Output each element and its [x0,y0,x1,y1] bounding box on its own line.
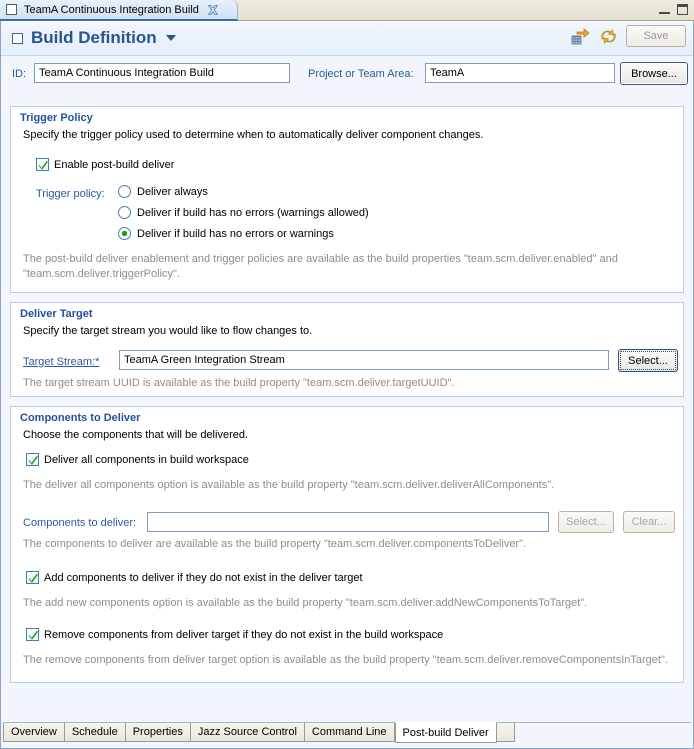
components-to-deliver-hint: The components to deliver are available … [23,538,527,550]
build-definition-header-icon [12,32,23,44]
radio-deliver-no-errors-warnings-allowed-label: Deliver if build has no errors (warnings… [137,206,369,219]
editor-tab-strip: TeamA Continuous Integration Build [0,0,694,21]
target-stream-select-button[interactable]: Select... [618,349,678,372]
remove-components-hint: The remove components from deliver targe… [23,654,668,666]
remove-components-checkbox[interactable] [26,628,39,641]
tab-command-line[interactable]: Command Line [304,723,395,742]
trigger-policy-label: Trigger policy: [36,188,105,200]
form-body: Trigger Policy Specify the trigger polic… [0,91,694,717]
components-select-button[interactable]: Select... [558,511,614,533]
project-area-label: Project or Team Area: [308,68,414,80]
remove-components-checkbox-row[interactable]: Remove components from deliver target if… [26,628,443,641]
section-trigger-policy: Trigger Policy Specify the trigger polic… [10,106,684,293]
bottom-tab-filler [496,723,515,742]
deliver-all-components-label: Deliver all components in build workspac… [44,453,249,466]
enable-post-build-deliver-checkbox-row[interactable]: Enable post-build deliver [36,158,174,171]
radio-deliver-always-row[interactable]: Deliver always [118,185,208,198]
add-components-label: Add components to deliver if they do not… [44,571,363,584]
chevron-down-icon[interactable] [165,35,176,41]
editor-tab-label: TeamA Continuous Integration Build [24,3,199,16]
radio-deliver-always[interactable] [118,185,131,198]
header-actions: Save [570,25,688,47]
bottom-tab-list: Overview Schedule Properties Jazz Source… [3,722,691,749]
target-stream-input[interactable]: TeamA Green Integration Stream [119,350,609,370]
editor-tab-build-definition[interactable]: TeamA Continuous Integration Build [0,0,238,21]
browse-button[interactable]: Browse... [620,62,688,85]
add-components-checkbox[interactable] [26,571,39,584]
remove-components-label: Remove components from deliver target if… [44,628,444,641]
components-to-deliver-input[interactable] [147,512,549,532]
deliver-all-components-hint: The deliver all components option is ava… [23,479,555,491]
minimize-icon[interactable] [659,5,670,14]
request-build-icon[interactable] [570,26,590,46]
save-button[interactable]: Save [626,25,686,47]
radio-deliver-no-errors-or-warnings-row[interactable]: Deliver if build has no errors or warnin… [118,227,334,240]
id-label: ID: [12,68,27,80]
section-title-components-to-deliver: Components to Deliver [20,412,141,424]
trigger-policy-hint-line2: "team.scm.deliver.triggerPolicy". [23,268,180,280]
id-input[interactable]: TeamA Continuous Integration Build [34,63,290,83]
form-header: Build Definition Save [0,21,694,56]
components-to-deliver-label: Components to deliver: [23,517,137,529]
radio-deliver-no-errors-or-warnings-label: Deliver if build has no errors or warnin… [137,227,334,240]
deliver-all-components-checkbox[interactable] [26,453,39,466]
radio-deliver-always-label: Deliver always [137,185,208,198]
add-components-checkbox-row[interactable]: Add components to deliver if they do not… [26,571,363,584]
bottom-tab-bar: Overview Schedule Properties Jazz Source… [0,717,694,749]
enable-post-build-deliver-checkbox[interactable] [36,158,49,171]
radio-deliver-no-errors-warnings-allowed[interactable] [118,206,131,219]
page-title: Build Definition [31,28,157,47]
project-area-input[interactable]: TeamA [425,63,615,83]
components-clear-button[interactable]: Clear... [623,511,675,533]
maximize-icon[interactable] [677,4,688,15]
refresh-icon[interactable] [598,26,618,46]
section-description-deliver-target: Specify the target stream you would like… [23,325,313,337]
enable-post-build-deliver-label: Enable post-build deliver [54,158,175,171]
tab-jazz-source-control[interactable]: Jazz Source Control [190,723,305,742]
deliver-target-hint: The target stream UUID is available as t… [23,377,455,389]
close-icon[interactable] [207,4,219,16]
trigger-policy-hint-line1: The post-build deliver enablement and tr… [23,253,618,265]
id-row: ID: TeamA Continuous Integration Build P… [0,56,694,91]
target-stream-label[interactable]: Target Stream:* [23,356,99,368]
section-description-components-to-deliver: Choose the components that will be deliv… [23,429,249,441]
tab-properties[interactable]: Properties [125,723,191,742]
radio-deliver-no-errors-warnings-allowed-row[interactable]: Deliver if build has no errors (warnings… [118,206,369,219]
tab-post-build-deliver[interactable]: Post-build Deliver [394,722,497,743]
tab-schedule[interactable]: Schedule [64,723,126,742]
section-components-to-deliver: Components to Deliver Choose the compone… [10,406,684,683]
window-controls [659,4,688,15]
add-components-hint: The add new components option is availab… [23,597,588,609]
build-definition-icon [6,4,17,15]
section-deliver-target: Deliver Target Specify the target stream… [10,302,684,397]
section-title-trigger-policy: Trigger Policy [20,112,93,124]
section-description-trigger-policy: Specify the trigger policy used to deter… [23,129,484,141]
tab-overview[interactable]: Overview [3,723,65,742]
deliver-all-components-checkbox-row[interactable]: Deliver all components in build workspac… [26,453,249,466]
section-title-deliver-target: Deliver Target [20,308,93,320]
radio-deliver-no-errors-or-warnings[interactable] [118,227,131,240]
